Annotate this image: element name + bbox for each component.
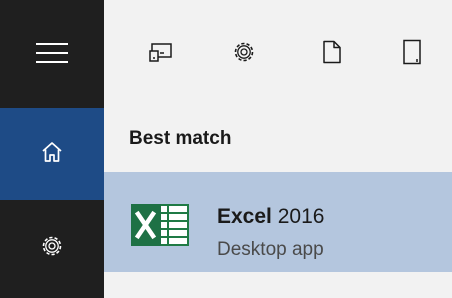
apps-filter-button[interactable] <box>141 34 181 74</box>
app-window-icon <box>149 41 173 68</box>
settings-button[interactable] <box>0 204 104 292</box>
nav-rail <box>0 0 104 298</box>
best-match-heading: Best match <box>129 128 232 149</box>
tablet-icon <box>402 39 422 70</box>
documents-filter-button[interactable] <box>312 34 352 74</box>
device-filter-button[interactable] <box>392 34 432 74</box>
filter-toolbar <box>104 0 452 108</box>
home-button[interactable] <box>0 108 104 200</box>
settings-filter-button[interactable] <box>224 34 264 74</box>
result-title-rest: 2016 <box>271 205 325 228</box>
result-title: Excel 2016 <box>217 205 324 229</box>
result-title-bold: Excel <box>217 205 272 228</box>
document-icon <box>322 40 342 69</box>
home-icon <box>40 140 64 169</box>
hamburger-menu-icon <box>35 41 69 70</box>
excel-icon <box>130 202 192 248</box>
menu-button[interactable] <box>0 11 104 99</box>
result-excel-2016[interactable]: Excel 2016 Desktop app <box>104 172 452 272</box>
result-subtitle: Desktop app <box>217 239 324 260</box>
search-start-panel: Best match Excel 2016 Desktop app <box>0 0 452 298</box>
gear-icon <box>231 39 257 70</box>
gear-icon <box>39 233 65 264</box>
